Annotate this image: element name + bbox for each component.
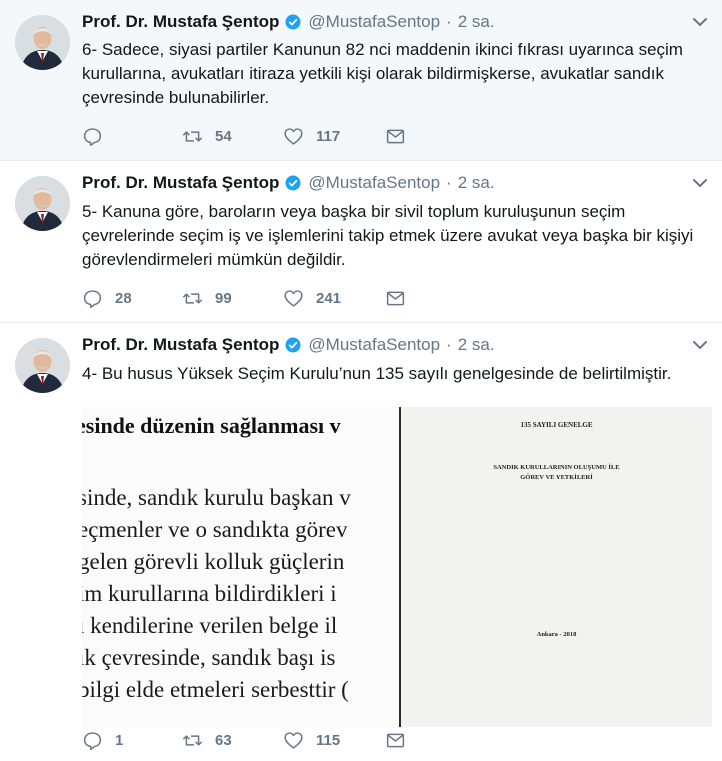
envelope-icon	[386, 291, 405, 306]
cover-subtitle: SANDIK KURULLARININ OLUŞUMU İLE	[493, 464, 620, 471]
verified-badge-icon	[285, 337, 301, 353]
tweet-timestamp[interactable]: 2 sa.	[458, 12, 495, 32]
author-name[interactable]: Prof. Dr. Mustafa Şentop	[82, 12, 279, 32]
message-button[interactable]	[385, 730, 406, 751]
retweet-icon	[183, 735, 202, 746]
document-line: sinde, sandık kurulu başkan v	[82, 485, 351, 510]
message-button[interactable]	[385, 126, 406, 147]
envelope-icon	[386, 733, 405, 748]
avatar[interactable]	[15, 338, 70, 393]
heart-icon	[284, 128, 303, 145]
cover-footer: Ankara - 2018	[536, 631, 577, 638]
tweet-1[interactable]: Prof. Dr. Mustafa Şentop @MustafaSentop …	[0, 0, 722, 161]
like-count: 115	[316, 732, 341, 749]
tweet-timestamp[interactable]: 2 sa.	[458, 335, 495, 355]
document-line: ı kendilerine verilen belge il	[82, 613, 338, 638]
author-name[interactable]: Prof. Dr. Mustafa Şentop	[82, 173, 279, 193]
tweet-media[interactable]: esinde düzenin sağlanması v sinde, sandı…	[82, 407, 712, 727]
author-handle[interactable]: @MustafaSentop	[308, 335, 440, 355]
tweet-text: 5- Kanuna göre, baroların veya başka bir…	[82, 202, 694, 269]
tweet-header: Prof. Dr. Mustafa Şentop @MustafaSentop …	[82, 172, 495, 194]
heart-icon	[284, 290, 303, 307]
retweet-icon	[183, 131, 202, 142]
reply-button[interactable]: 1	[82, 730, 123, 751]
like-button[interactable]: 115	[283, 730, 340, 751]
cover-title: 135 SAYILI GENELGE	[520, 421, 593, 429]
retweet-button[interactable]: 54	[182, 126, 232, 147]
reply-count: 28	[115, 290, 132, 307]
document-line: im kurullarına bildirdikleri i	[82, 581, 337, 606]
document-heading: esinde düzenin sağlanması v	[82, 413, 341, 438]
retweet-button[interactable]: 99	[182, 288, 232, 309]
document-line: eçmenler ve o sandıkta görev	[82, 517, 348, 542]
heart-icon	[284, 732, 303, 749]
document-excerpt-image[interactable]: esinde düzenin sağlanması v sinde, sandı…	[82, 407, 399, 727]
reply-button[interactable]: 28	[82, 288, 132, 309]
tweet-timestamp[interactable]: 2 sa.	[458, 173, 495, 193]
retweet-button[interactable]: 63	[182, 730, 232, 751]
like-button[interactable]: 117	[283, 126, 340, 147]
cover-subtitle: GÖREV VE YETKİLERİ	[520, 474, 593, 481]
tweet-text: 4- Bu husus Yüksek Seçim Kurulu’nun 135 …	[82, 364, 672, 383]
author-handle[interactable]: @MustafaSentop	[308, 173, 440, 193]
verified-badge-icon	[285, 175, 301, 191]
author-name[interactable]: Prof. Dr. Mustafa Şentop	[82, 335, 279, 355]
separator-dot: ·	[446, 12, 452, 31]
envelope-icon	[386, 129, 405, 144]
avatar[interactable]	[15, 176, 70, 231]
like-button[interactable]: 241	[283, 288, 341, 309]
like-count: 117	[316, 128, 341, 145]
document-line: gelen görevli kolluk güçlerin	[82, 549, 345, 574]
reply-icon	[83, 290, 102, 308]
retweet-count: 54	[215, 128, 232, 145]
reply-icon	[83, 128, 102, 146]
author-handle[interactable]: @MustafaSentop	[308, 12, 440, 32]
document-cover-image[interactable]: 135 SAYILI GENELGE SANDIK KURULLARININ O…	[399, 407, 712, 727]
verified-badge-icon	[285, 14, 301, 30]
retweet-count: 99	[215, 290, 232, 307]
tweet-text: 6- Sadece, siyasi partiler Kanunun 82 nc…	[82, 40, 683, 107]
separator-dot: ·	[446, 173, 452, 192]
tweet-2[interactable]: Prof. Dr. Mustafa Şentop @MustafaSentop …	[0, 161, 722, 323]
tweet-3[interactable]: Prof. Dr. Mustafa Şentop @MustafaSentop …	[0, 323, 722, 761]
document-line: ık çevresinde, sandık başı is	[82, 645, 336, 670]
document-line: bilgi elde etmeleri serbesttir (	[82, 677, 349, 702]
separator-dot: ·	[446, 335, 452, 354]
tweet-header: Prof. Dr. Mustafa Şentop @MustafaSentop …	[82, 11, 495, 33]
retweet-count: 63	[215, 732, 232, 749]
avatar[interactable]	[15, 15, 70, 70]
chevron-down-icon[interactable]	[692, 16, 708, 28]
reply-icon	[83, 732, 102, 750]
reply-button[interactable]	[82, 126, 115, 147]
tweet-header: Prof. Dr. Mustafa Şentop @MustafaSentop …	[82, 334, 495, 356]
like-count: 241	[316, 290, 342, 307]
chevron-down-icon[interactable]	[692, 339, 708, 351]
reply-count: 1	[115, 732, 124, 749]
message-button[interactable]	[385, 288, 406, 309]
retweet-icon	[183, 293, 202, 304]
chevron-down-icon[interactable]	[692, 177, 708, 189]
